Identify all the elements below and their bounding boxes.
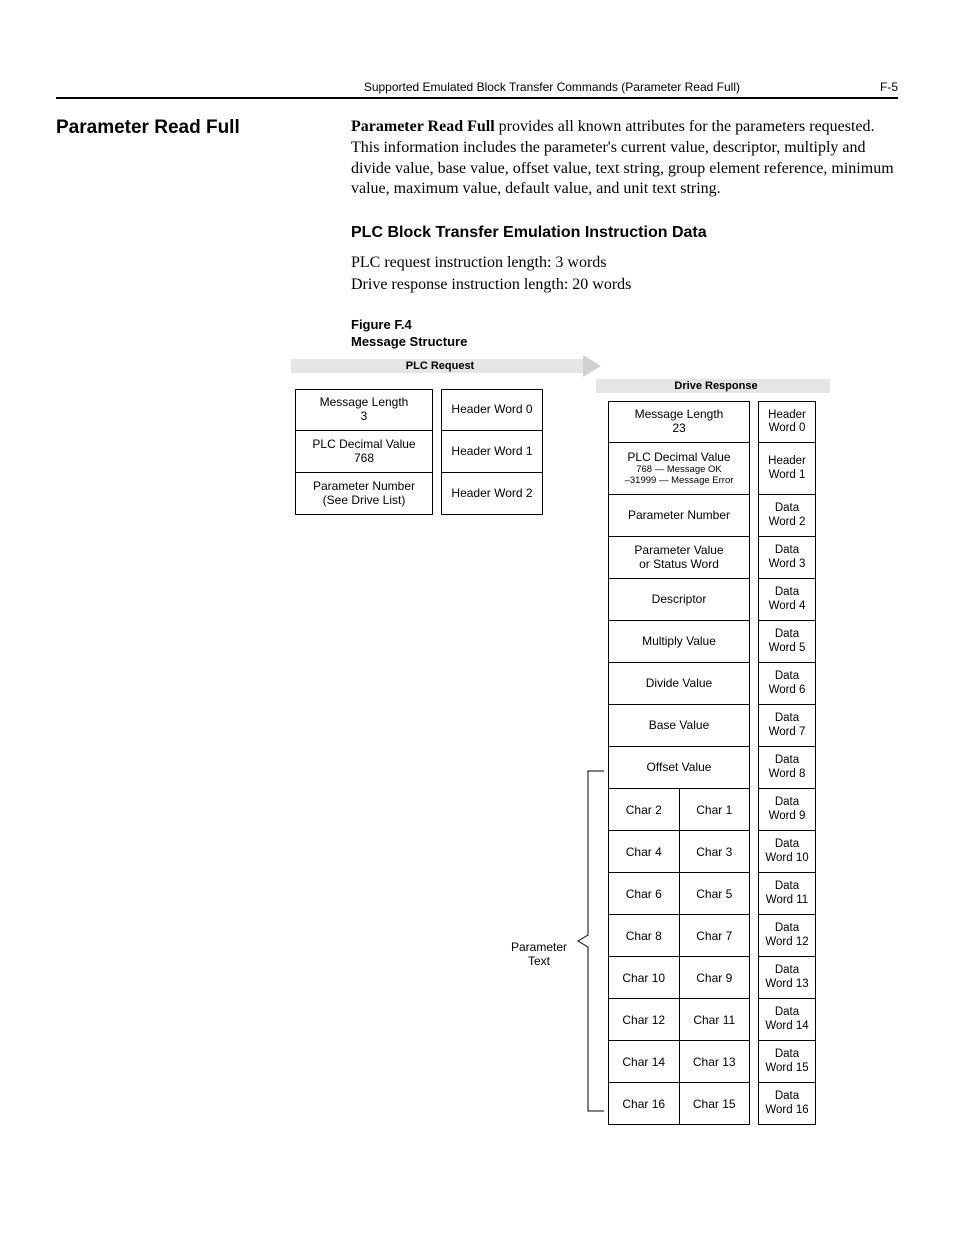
resp-right-cell: DataWord 11	[758, 873, 816, 915]
resp-right-cell: DataWord 9	[758, 789, 816, 831]
resp-right-cell: DataWord 10	[758, 831, 816, 873]
char-row: Char 2Char 1	[608, 789, 750, 831]
figure-caption: Figure F.4 Message Structure	[351, 317, 898, 351]
char-cell: Char 4	[608, 831, 680, 873]
resp-right-cell: DataWord 12	[758, 915, 816, 957]
resp-left-cell: Parameter Valueor Status Word	[608, 537, 750, 579]
page-header: Supported Emulated Block Transfer Comman…	[56, 80, 898, 99]
char-cell: Char 15	[680, 1083, 751, 1125]
char-cell: Char 7	[680, 915, 751, 957]
resp-right-cell: DataWord 8	[758, 747, 816, 789]
char-cell: Char 9	[680, 957, 751, 999]
resp-right-cell: DataWord 15	[758, 1041, 816, 1083]
char-cell: Char 12	[608, 999, 680, 1041]
char-row: Char 12Char 11	[608, 999, 750, 1041]
parameter-text-label: Parameter Text	[511, 941, 567, 969]
plc-left-cell: PLC Decimal Value768	[295, 431, 433, 473]
char-row: Char 14Char 13	[608, 1041, 750, 1083]
resp-left-cell: Message Length23	[608, 401, 750, 443]
char-cell: Char 3	[680, 831, 751, 873]
char-cell: Char 2	[608, 789, 680, 831]
subheading: PLC Block Transfer Emulation Instruction…	[351, 224, 898, 242]
char-row: Char 4Char 3	[608, 831, 750, 873]
plc-left-column: Message Length3PLC Decimal Value768Param…	[295, 389, 433, 515]
resp-right-cell: HeaderWord 0	[758, 401, 816, 443]
char-row: Char 8Char 7	[608, 915, 750, 957]
char-cell: Char 1	[680, 789, 751, 831]
char-cell: Char 14	[608, 1041, 680, 1083]
figure-title: Message Structure	[351, 334, 898, 351]
breadcrumb: Supported Emulated Block Transfer Comman…	[364, 80, 740, 94]
message-structure-diagram: PLC Request Drive Response Message Lengt…	[351, 359, 898, 1139]
plc-left-cell: Message Length3	[295, 389, 433, 431]
char-cell: Char 10	[608, 957, 680, 999]
bracket-icon	[576, 769, 606, 1114]
body-line: PLC request instruction length: 3 words	[351, 252, 898, 274]
resp-right-cell: HeaderWord 1	[758, 443, 816, 495]
resp-right-column: HeaderWord 0HeaderWord 1DataWord 2DataWo…	[758, 401, 816, 1125]
char-row: Char 16Char 15	[608, 1083, 750, 1125]
resp-left-cell: PLC Decimal Value768 — Message OK–31999 …	[608, 443, 750, 495]
figure-number: Figure F.4	[351, 317, 898, 334]
intro-paragraph: Parameter Read Full provides all known a…	[351, 117, 898, 200]
resp-right-cell: DataWord 14	[758, 999, 816, 1041]
plc-right-column: Header Word 0Header Word 1Header Word 2	[441, 389, 543, 515]
resp-right-cell: DataWord 16	[758, 1083, 816, 1125]
resp-right-cell: DataWord 5	[758, 621, 816, 663]
char-cell: Char 11	[680, 999, 751, 1041]
resp-right-cell: DataWord 6	[758, 663, 816, 705]
char-cell: Char 5	[680, 873, 751, 915]
page-number: F-5	[880, 80, 898, 94]
body-line: Drive response instruction length: 20 wo…	[351, 274, 898, 296]
arrow-icon	[583, 355, 601, 377]
resp-right-cell: DataWord 13	[758, 957, 816, 999]
resp-left-cell: Parameter Number	[608, 495, 750, 537]
char-cell: Char 6	[608, 873, 680, 915]
resp-left-cell: Multiply Value	[608, 621, 750, 663]
body-text: PLC request instruction length: 3 words …	[351, 252, 898, 295]
char-cell: Char 16	[608, 1083, 680, 1125]
plc-left-cell: Parameter Number(See Drive List)	[295, 473, 433, 515]
resp-left-column: Message Length23PLC Decimal Value768 — M…	[608, 401, 750, 1125]
plc-right-cell: Header Word 2	[441, 473, 543, 515]
plc-request-title: PLC Request	[295, 360, 585, 372]
resp-left-cell: Offset Value	[608, 747, 750, 789]
plc-right-cell: Header Word 1	[441, 431, 543, 473]
resp-left-cell: Descriptor	[608, 579, 750, 621]
resp-right-cell: DataWord 4	[758, 579, 816, 621]
resp-left-cell: Divide Value	[608, 663, 750, 705]
resp-left-cell: Base Value	[608, 705, 750, 747]
char-row: Char 6Char 5	[608, 873, 750, 915]
char-row: Char 10Char 9	[608, 957, 750, 999]
char-cell: Char 13	[680, 1041, 751, 1083]
char-cell: Char 8	[608, 915, 680, 957]
plc-request-block: Message Length3PLC Decimal Value768Param…	[295, 389, 543, 515]
drive-response-block: Message Length23PLC Decimal Value768 — M…	[608, 401, 816, 1125]
drive-response-title: Drive Response	[606, 380, 826, 392]
plc-right-cell: Header Word 0	[441, 389, 543, 431]
intro-bold: Parameter Read Full	[351, 118, 495, 135]
resp-right-cell: DataWord 3	[758, 537, 816, 579]
resp-right-cell: DataWord 2	[758, 495, 816, 537]
resp-right-cell: DataWord 7	[758, 705, 816, 747]
section-title: Parameter Read Full	[56, 117, 311, 139]
